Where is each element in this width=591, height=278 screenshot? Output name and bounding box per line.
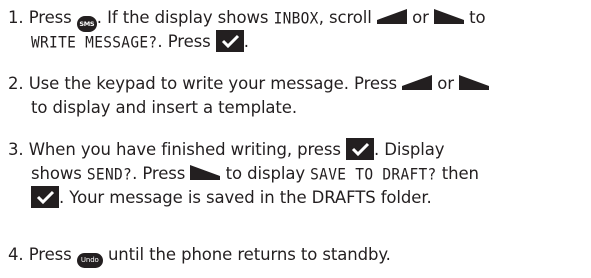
step-text: Press (28, 8, 72, 27)
step-text: . Press (157, 32, 211, 51)
step-text: or (437, 74, 454, 93)
step-text: . (243, 32, 249, 51)
step-text: Press (28, 245, 72, 264)
ok-checkmark-key-icon (215, 30, 244, 52)
display-text-send: SEND? (86, 166, 133, 184)
undo-key-icon: Undo (76, 253, 103, 268)
step-text: , scroll (318, 8, 372, 27)
display-text-save-to-draft: SAVE TO DRAFT? (310, 166, 437, 184)
step-text: Use the keypad to write your message. Pr… (28, 74, 397, 93)
ok-checkmark-key-icon (31, 186, 59, 208)
display-text-inbox: INBOX (273, 10, 319, 28)
step-3: 3. When you have finished writing, press… (8, 138, 588, 210)
scroll-right-key-icon (190, 165, 221, 180)
step-text: to display (225, 164, 306, 183)
scroll-right-key-icon (433, 9, 464, 24)
step-text: . Display (374, 140, 445, 159)
step-text: then (441, 164, 479, 183)
ok-checkmark-key-icon (346, 138, 375, 160)
display-text-write-message: WRITE MESSAGE? (31, 34, 158, 52)
scroll-right-key-icon (459, 75, 490, 90)
step-text: When you have finished writing, press (28, 140, 341, 159)
instruction-steps: 1. Press SMS. If the display shows INBOX… (0, 0, 591, 278)
step-2: 2. Use the keypad to write your message.… (8, 72, 588, 120)
step-4: 4. Press Undo until the phone returns to… (8, 243, 588, 268)
step-text: until the phone returns to standby. (107, 245, 391, 264)
step-number: 3. (8, 140, 24, 159)
step-text: . Your message is saved in the DRAFTS fo… (59, 188, 432, 207)
step-text: . Press (132, 164, 186, 183)
step-1: 1. Press SMS. If the display shows INBOX… (8, 6, 588, 54)
step-number: 1. (8, 8, 24, 27)
step-text: or (412, 8, 429, 27)
step-text: shows (31, 164, 82, 183)
scroll-left-key-icon (376, 9, 407, 24)
scroll-left-key-icon (402, 75, 433, 90)
step-text: . If the display shows (96, 8, 269, 27)
step-text: to display and insert a template. (31, 98, 298, 117)
step-number: 4. (8, 245, 24, 264)
step-text: to (469, 8, 486, 27)
step-number: 2. (8, 74, 24, 93)
